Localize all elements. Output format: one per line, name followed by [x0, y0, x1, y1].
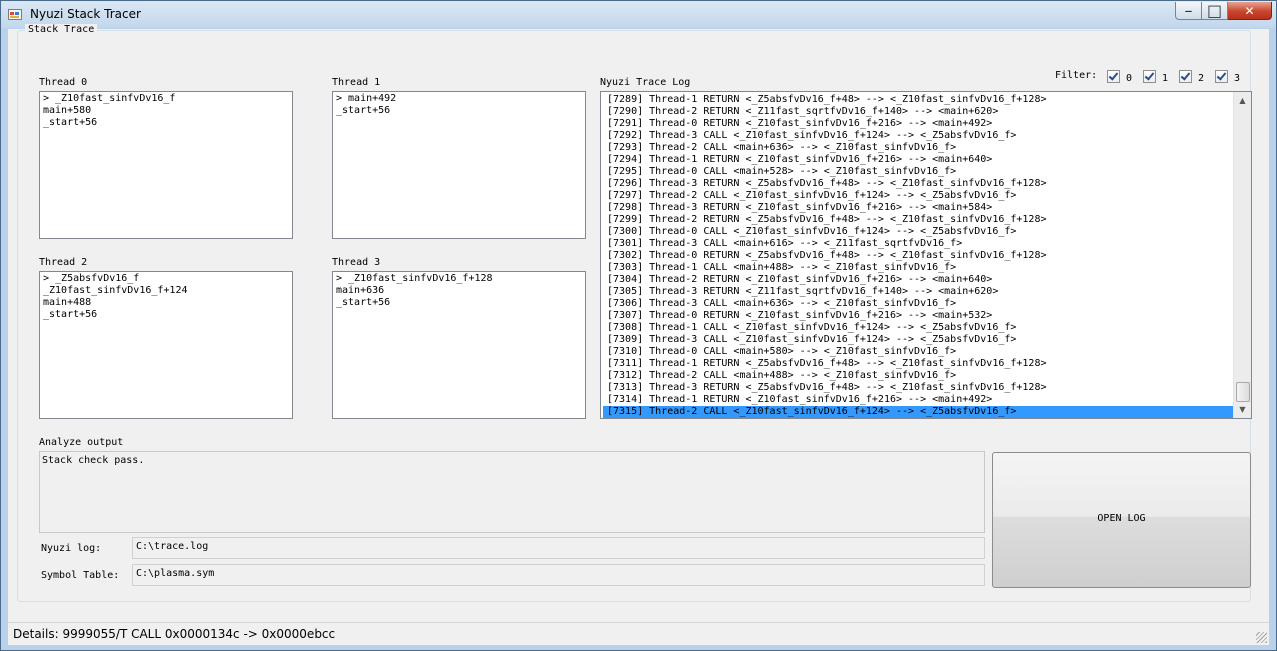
log-line[interactable]: [7310] Thread-0 CALL <main+580> --> <_Z1… — [603, 346, 1233, 358]
checkbox-checked-icon[interactable] — [1179, 70, 1192, 83]
log-line[interactable]: [7302] Thread-0 RETURN <_Z5absfvDv16_f+4… — [603, 250, 1233, 262]
log-line[interactable]: [7308] Thread-1 CALL <_Z10fast_sinfvDv16… — [603, 322, 1233, 334]
stack-frame[interactable]: _start+56 — [43, 309, 289, 321]
checkbox-checked-icon[interactable] — [1143, 70, 1156, 83]
nyuzi-log-field[interactable]: C:\trace.log — [132, 537, 985, 559]
filter-thread-0[interactable]: 0 — [1107, 70, 1132, 84]
symbol-table-value: C:\plasma.sym — [136, 568, 215, 579]
close-button[interactable]: ✕ — [1228, 2, 1272, 20]
checkbox-checked-icon[interactable] — [1107, 70, 1120, 83]
minimize-button[interactable]: – — [1175, 1, 1202, 20]
maximize-button[interactable]: □ — [1202, 1, 1228, 20]
stack-frame[interactable]: main+488 — [43, 297, 289, 309]
checkbox-checked-icon[interactable] — [1215, 70, 1228, 83]
stack-frame[interactable]: main+636 — [336, 285, 582, 297]
filter-label: Filter: — [1055, 70, 1098, 81]
log-line[interactable]: [7306] Thread-3 CALL <main+636> --> <_Z1… — [603, 298, 1233, 310]
log-line[interactable]: [7313] Thread-3 RETURN <_Z5absfvDv16_f+4… — [603, 382, 1233, 394]
log-line[interactable]: [7303] Thread-1 CALL <main+488> --> <_Z1… — [603, 262, 1233, 274]
log-line[interactable]: [7290] Thread-2 RETURN <_Z11fast_sqrtfvD… — [603, 106, 1233, 118]
log-line[interactable]: [7312] Thread-2 CALL <main+488> --> <_Z1… — [603, 370, 1233, 382]
close-icon: ✕ — [1244, 3, 1255, 18]
filter-thread-3[interactable]: 3 — [1215, 70, 1240, 84]
title-bar[interactable]: Nyuzi Stack Tracer – □ ✕ — [1, 1, 1276, 28]
trace-log-list[interactable]: [7289] Thread-1 RETURN <_Z5absfvDv16_f+4… — [600, 91, 1252, 419]
log-line[interactable]: [7305] Thread-3 RETURN <_Z11fast_sqrtfvD… — [603, 286, 1233, 298]
filter-thread-1[interactable]: 1 — [1143, 70, 1168, 84]
log-line[interactable]: [7309] Thread-3 CALL <_Z10fast_sinfvDv16… — [603, 334, 1233, 346]
open-log-button-label: OPEN LOG — [1097, 513, 1146, 524]
log-line[interactable]: [7289] Thread-1 RETURN <_Z5absfvDv16_f+4… — [603, 94, 1233, 106]
log-line[interactable]: [7297] Thread-2 CALL <_Z10fast_sinfvDv16… — [603, 190, 1233, 202]
trace-log-label: Nyuzi Trace Log — [600, 77, 691, 88]
resize-grip-icon[interactable] — [1256, 632, 1267, 643]
nyuzi-log-label: Nyuzi log: — [41, 543, 102, 554]
scroll-thumb[interactable] — [1236, 382, 1250, 402]
trace-log-lines: [7289] Thread-1 RETURN <_Z5absfvDv16_f+4… — [603, 94, 1233, 418]
maximize-icon: □ — [1206, 1, 1223, 20]
stack-frame[interactable]: > _Z10fast_sinfvDv16_f — [43, 93, 289, 105]
thread-1-stack[interactable]: > main+492 _start+56 — [332, 91, 586, 239]
analyze-output-text: Stack check pass. — [42, 455, 145, 466]
thread-0-label: Thread 0 — [39, 77, 88, 88]
thread-2-label: Thread 2 — [39, 257, 88, 268]
status-bar: Details: 9999055/T CALL 0x0000134c -> 0x… — [8, 622, 1269, 645]
analyze-output-box[interactable]: Stack check pass. — [39, 451, 985, 533]
log-line[interactable]: [7296] Thread-3 RETURN <_Z5absfvDv16_f+4… — [603, 178, 1233, 190]
thread-0-stack[interactable]: > _Z10fast_sinfvDv16_f main+580 _start+5… — [39, 91, 293, 239]
stack-frame[interactable]: > main+492 — [336, 93, 582, 105]
scroll-up-arrow-icon[interactable]: ▲ — [1234, 92, 1251, 109]
stack-frame[interactable]: _Z10fast_sinfvDv16_f+124 — [43, 285, 289, 297]
thread-1-label: Thread 1 — [332, 77, 381, 88]
stack-trace-group-title: Stack Trace — [25, 24, 98, 35]
log-line[interactable]: [7292] Thread-3 CALL <_Z10fast_sinfvDv16… — [603, 130, 1233, 142]
trace-log-scrollbar[interactable]: ▲ ▼ — [1233, 92, 1251, 418]
scroll-down-arrow-icon[interactable]: ▼ — [1234, 401, 1251, 418]
stack-frame[interactable]: _start+56 — [336, 297, 582, 309]
app-icon — [8, 9, 22, 20]
analyze-output-label: Analyze output — [39, 437, 124, 448]
stack-frame[interactable]: _start+56 — [336, 105, 582, 117]
window-title: Nyuzi Stack Tracer — [30, 7, 141, 21]
log-line[interactable]: [7314] Thread-1 RETURN <_Z10fast_sinfvDv… — [603, 394, 1233, 406]
thread-3-stack[interactable]: > _Z10fast_sinfvDv16_f+128 main+636 _sta… — [332, 271, 586, 419]
stack-frame[interactable]: _start+56 — [43, 117, 289, 129]
filter-option-label: 1 — [1162, 73, 1169, 84]
thread-3-label: Thread 3 — [332, 257, 381, 268]
log-line[interactable]: [7298] Thread-3 RETURN <_Z10fast_sinfvDv… — [603, 202, 1233, 214]
symbol-table-label: Symbol Table: — [41, 570, 120, 581]
log-line[interactable]: [7301] Thread-3 CALL <main+616> --> <_Z1… — [603, 238, 1233, 250]
stack-frame[interactable]: main+580 — [43, 105, 289, 117]
log-line[interactable]: [7311] Thread-1 RETURN <_Z5absfvDv16_f+4… — [603, 358, 1233, 370]
log-line[interactable]: [7295] Thread-0 CALL <main+528> --> <_Z1… — [603, 166, 1233, 178]
log-line[interactable]: [7299] Thread-2 RETURN <_Z5absfvDv16_f+4… — [603, 214, 1233, 226]
symbol-table-field[interactable]: C:\plasma.sym — [132, 564, 985, 586]
status-details-text: Details: 9999055/T CALL 0x0000134c -> 0x… — [13, 627, 336, 641]
main-window: Nyuzi Stack Tracer – □ ✕ Stack Trace Thr… — [0, 0, 1277, 651]
open-log-button[interactable]: OPEN LOG — [992, 452, 1251, 588]
minimize-icon: – — [1184, 1, 1193, 20]
log-line[interactable]: [7294] Thread-1 RETURN <_Z10fast_sinfvDv… — [603, 154, 1233, 166]
filter-thread-2[interactable]: 2 — [1179, 70, 1204, 84]
thread-2-stack[interactable]: > _Z5absfvDv16_f _Z10fast_sinfvDv16_f+12… — [39, 271, 293, 419]
filter-option-label: 2 — [1198, 73, 1205, 84]
filter-option-label: 3 — [1234, 73, 1241, 84]
stack-frame[interactable]: > _Z10fast_sinfvDv16_f+128 — [336, 273, 582, 285]
log-line[interactable]: [7293] Thread-2 CALL <main+636> --> <_Z1… — [603, 142, 1233, 154]
log-line[interactable]: [7307] Thread-0 RETURN <_Z10fast_sinfvDv… — [603, 310, 1233, 322]
log-line-selected[interactable]: [7315] Thread-2 CALL <_Z10fast_sinfvDv16… — [603, 406, 1233, 418]
stack-frame[interactable]: > _Z5absfvDv16_f — [43, 273, 289, 285]
log-line[interactable]: [7304] Thread-2 RETURN <_Z10fast_sinfvDv… — [603, 274, 1233, 286]
nyuzi-log-value: C:\trace.log — [136, 541, 209, 552]
log-line[interactable]: [7291] Thread-0 RETURN <_Z10fast_sinfvDv… — [603, 118, 1233, 130]
log-line[interactable]: [7300] Thread-0 CALL <_Z10fast_sinfvDv16… — [603, 226, 1233, 238]
filter-option-label: 0 — [1126, 73, 1133, 84]
